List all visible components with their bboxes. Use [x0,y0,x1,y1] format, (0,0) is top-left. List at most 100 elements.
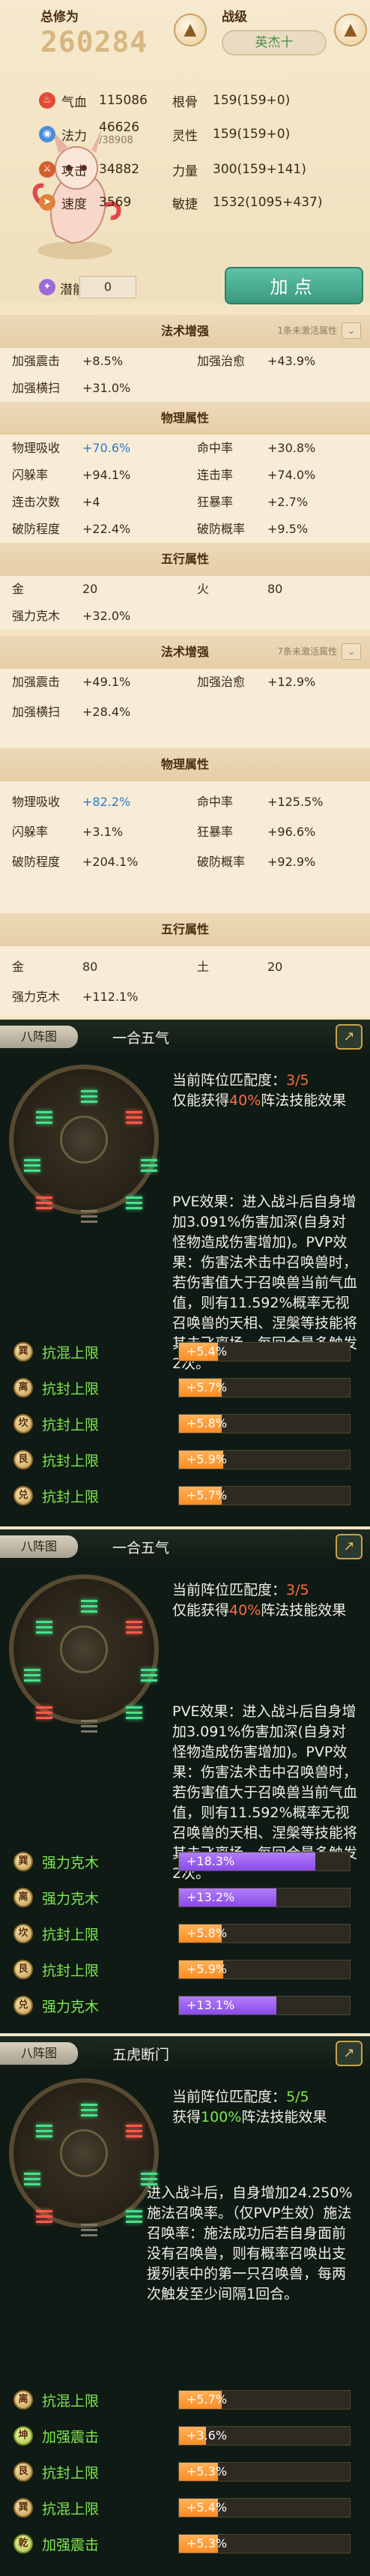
gain-suffix: 阵法技能效果 [261,1092,347,1109]
attr-cell: 加强震击 +8.5% [12,354,124,368]
trigram-mark [81,1210,97,1224]
formation-attr-name: 抗封上限 [42,1488,100,1505]
trigram-mark [81,1600,97,1613]
formation-attr-value: +5.8% [186,1416,228,1430]
formation-attr-bar: +5.7% [178,2390,351,2410]
formation-tab[interactable]: 八阵图 [0,1535,78,1558]
trigram-badge: 巽 [13,1852,33,1871]
share-icon[interactable]: ↗ [336,2041,363,2066]
attr-cell: 连击率 +74.0% [197,468,316,482]
formation-tab[interactable]: 八阵图 [0,1026,78,1048]
formation-attr-row: 离 抗封上限 +5.7% [13,1376,358,1399]
formation-attr-name: 抗封上限 [42,1452,100,1469]
formation-attr-name: 强力克木 [42,1854,100,1871]
formation-attr-value: +3.6% [186,2428,228,2443]
trigram-badge: 兑 [13,1486,33,1505]
formation-panel: 八阵图 一合五气 ↗ 当前阵位匹配度：3/5 仅能获得40%阵法技能效果 PVE… [0,1529,370,2033]
formation-name: 五虎断门 [112,2047,170,2063]
stat-value: 46626 [99,120,140,135]
stat-label: 速度 [61,196,87,212]
trigram-badge: 离 [13,2390,33,2410]
formation-attr-row: 艮 抗封上限 +5.9% [13,1958,358,1981]
add-points-button[interactable]: 加点 [225,267,363,304]
trigram-badge: 艮 [13,1450,33,1469]
trigram-mark [126,1706,142,1720]
stat-value: 3569 [99,195,132,210]
formation-attr-name: 抗封上限 [42,1926,100,1943]
formation-attr-bar: +13.1% [178,1996,351,2015]
attribute-block-1: 法术增强 1条未激活属性 ⌄ 加强震击 +8.5% 加强治愈 +43.9% 加强横扫 +… [0,315,370,630]
trigram-badge: 坎 [13,1924,33,1943]
match-value: 3/5 [286,1072,309,1089]
formation-attr-value: +5.4% [186,2500,228,2515]
gain-label: 获得 [172,2109,201,2125]
potential-icon: ✦ [39,279,55,295]
formation-attr-name: 抗混上限 [42,1344,100,1361]
formation-attr-value: +5.3% [186,2464,228,2479]
trigram-mark [24,2173,40,2186]
stat-label: 法力 [61,128,87,144]
gain-value: 40% [229,1602,261,1619]
formation-attr-name: 加强震击 [42,2536,100,2554]
share-icon[interactable]: ↗ [336,1534,363,1559]
total-up-button[interactable]: ▲ [174,13,207,46]
stat-label: 敏捷 [172,196,198,212]
stat-atk-row: ⚔ 攻击 34882 [39,153,189,186]
chevron-down-icon[interactable]: ⌄ [342,322,361,339]
trigram-mark [36,1197,52,1210]
attr-cell: 连击次数 +4 [12,495,100,509]
trigram-badge: 巽 [13,2498,33,2518]
formation-attr-row: 乾 加强震击 +5.3% [13,2533,358,2555]
stat-hp-row: ♨ 气血 115086 [39,85,189,115]
attr-cell: 加强横扫 +31.0% [12,381,131,395]
formation-attr-value: +13.2% [186,1890,235,1904]
formation-attr-bar: +5.8% [178,1414,351,1433]
attr-cell: 命中率 +125.5% [197,795,324,809]
match-value: 3/5 [286,1582,309,1598]
formation-attr-name: 抗封上限 [42,1416,100,1433]
inactive-attr-tag[interactable]: 1条未激活属性 ⌄ [277,322,361,339]
bagua-center [60,2129,108,2177]
phys-section-title: 物理属性 [160,757,209,771]
stat-mp-row: ◉ 法力 46626 /38908 [39,115,189,153]
stats-panel: 总修为 260284 ▲ 战级 英杰十 ▲ ♨ 气血 115086 ◉ 法力 4… [0,0,370,304]
trigram-badge: 离 [13,1888,33,1907]
trigram-badge: 艮 [13,2462,33,2482]
formation-attr-row: 艮 抗封上限 +5.9% [13,1448,358,1471]
bagua-wheel [9,1574,159,1733]
trigram-badge: 艮 [13,1960,33,1979]
formation-attr-value: +5.9% [186,1962,228,1976]
trigram-mark [126,2210,142,2224]
formation-attr-bar: +5.4% [178,1342,351,1361]
stat-spd-row: ➤ 速度 3569 [39,186,189,219]
rank-up-button[interactable]: ▲ [334,13,367,46]
formation-attr-name: 抗封上限 [42,1380,100,1397]
formation-tab[interactable]: 八阵图 [0,2042,78,2065]
attr-cell: 加强治愈 +43.9% [197,354,316,368]
chevron-down-icon[interactable]: ⌄ [342,643,361,660]
inactive-attr-tag[interactable]: 7条未激活属性 ⌄ [277,643,361,660]
formation-attr-name: 强力克木 [42,1890,100,1907]
attr-cell: 火 80 [197,582,283,596]
formation-desc: 进入战斗后，自身增加24.250%施法召唤率。（仅PVP生效）施法召唤率：施法成… [147,2185,353,2302]
formation-match: 当前阵位匹配度：3/5 仅能获得40%阵法技能效果 [172,1071,360,1111]
phys-section-title: 物理属性 [160,411,209,425]
trigram-badge: 乾 [13,2534,33,2554]
stat-value: 159(159+0) [213,93,291,108]
bagua-center [60,1625,108,1673]
formation-attr-row: 巽 强力克木 +18.3% [13,1850,358,1873]
formation-attr-row: 兑 强力克木 +13.1% [13,1994,358,2017]
share-icon[interactable]: ↗ [336,1024,363,1050]
match-value: 5/5 [286,2089,309,2105]
attr-cell: 加强震击 +49.1% [12,675,131,689]
formation-attr-name: 强力克木 [42,1998,100,2015]
trigram-mark [81,2104,97,2117]
five-section-title: 五行属性 [160,552,209,566]
match-label: 当前阵位匹配度： [172,1072,287,1089]
formation-attr-bar: +13.2% [178,1888,351,1907]
gain-suffix: 阵法技能效果 [241,2109,327,2125]
formation-attr-row: 艮 抗封上限 +5.3% [13,2461,358,2483]
stat-label: 灵性 [172,128,198,144]
stat-value: 115086 [99,93,148,108]
trigram-mark [36,2210,52,2224]
